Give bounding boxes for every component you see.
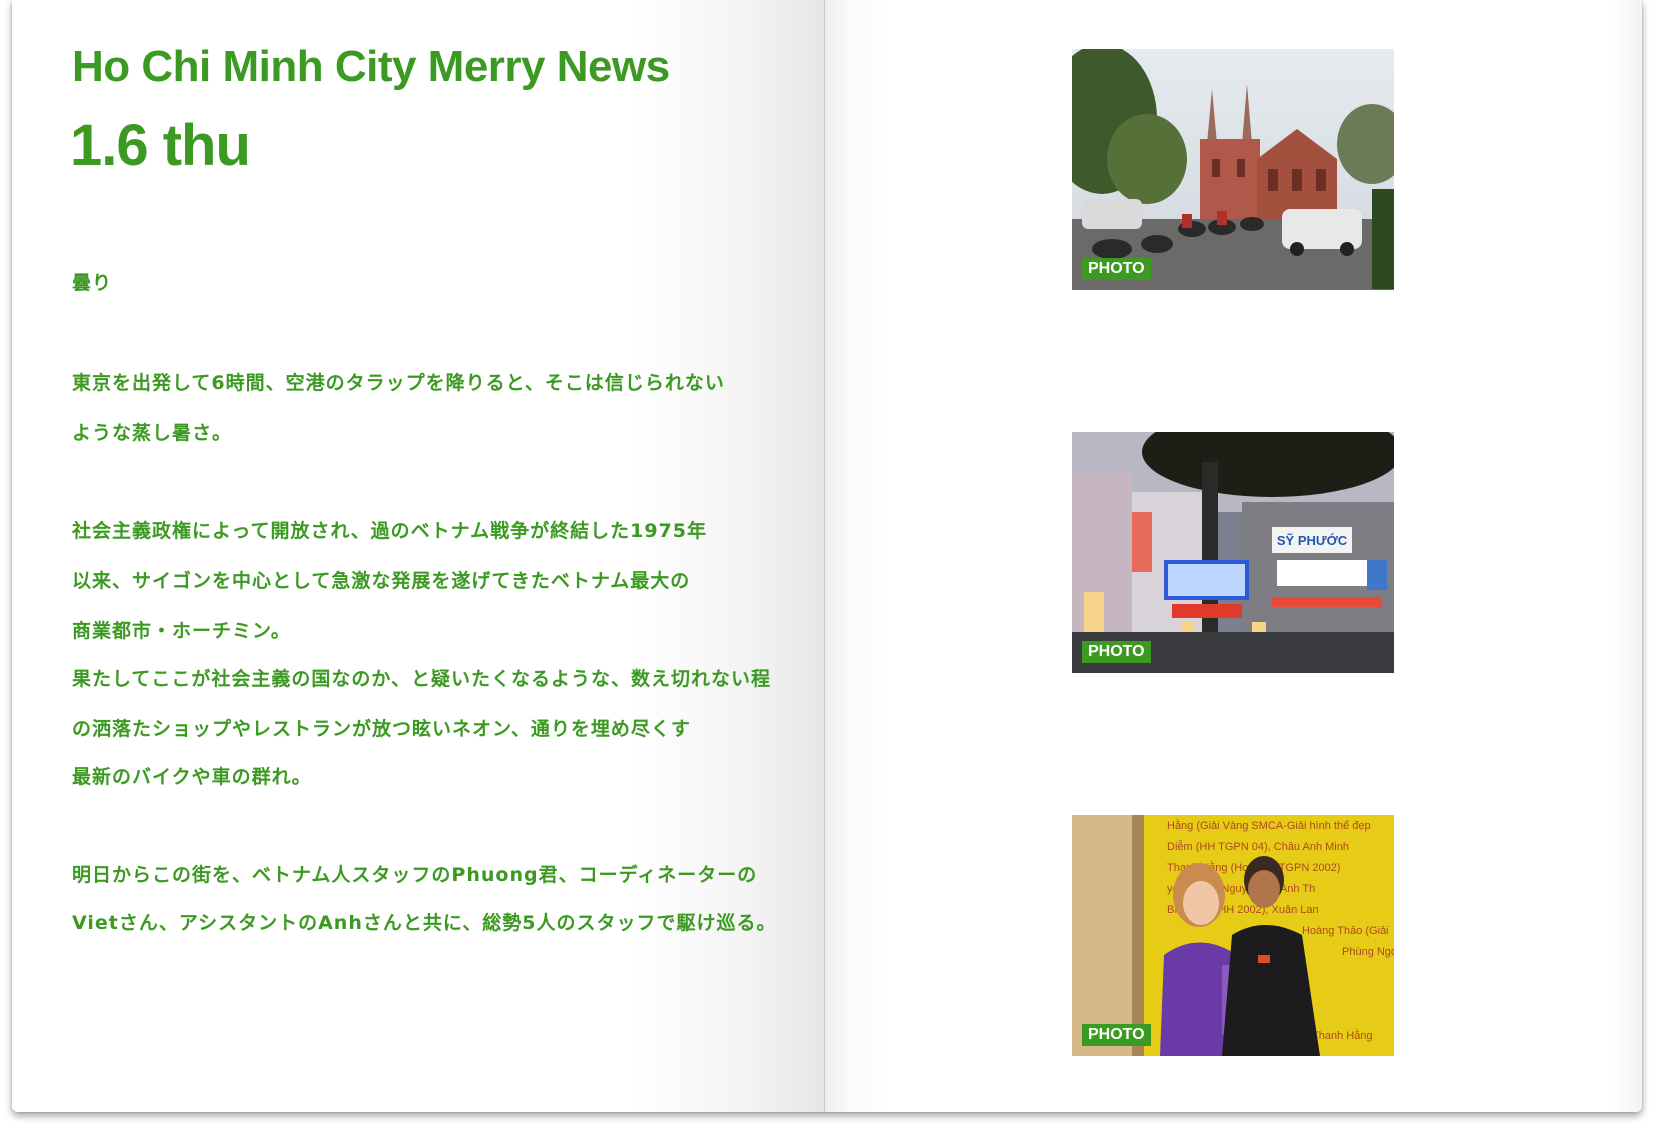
body-line-8: 最新のバイクや車の群れ。 — [72, 766, 312, 788]
photo-people[interactable]: Hằng (Giải Vàng SMCA-Giải hình thể đẹp D… — [1072, 815, 1394, 1056]
weather-text: 曇り — [72, 272, 113, 294]
photo-badge: PHOTO — [1082, 1024, 1151, 1046]
body-line-9: 明日からこの街を、ベトナム人スタッフのPhuong君、コーディネーターの — [72, 864, 758, 886]
body-line-4: 以来、サイゴンを中心として急激な発展を遂げてきたベトナム最大の — [72, 570, 691, 592]
poster-line-8: Thanh Hằng — [1312, 1029, 1373, 1042]
body-line-2: ような蒸し暑さ。 — [72, 422, 233, 444]
body-line-7: の洒落たショップやレストランが放つ眩いネオン、通りを埋め尽くす — [72, 718, 691, 740]
body-line-10: Vietさん、アシスタントのAnhさんと共に、総勢5人のスタッフで駆け巡る。 — [72, 912, 777, 934]
body-line-3: 社会主義政権によって開放され、過のベトナム戦争が終結した1975年 — [72, 520, 707, 542]
shop-sign-text: SỸ PHƯỚC — [1277, 533, 1348, 548]
body-line-6: 果たしてここが社会主義の国なのか、と疑いたくなるような、数え切れない程 — [72, 668, 772, 690]
photo-neon-street[interactable]: SỸ PHƯỚC PHOTO — [1072, 432, 1394, 673]
article-date: 1.6 thu — [70, 113, 251, 178]
neon-street-image: SỸ PHƯỚC — [1072, 432, 1394, 673]
article-title: Ho Chi Minh City Merry News — [72, 42, 670, 91]
photo-cathedral[interactable]: PHOTO — [1072, 49, 1394, 290]
poster-line-2: Diễm (HH TGPN 04), Châu Anh Minh — [1167, 840, 1349, 853]
body-line-1: 東京を出発して6時間、空港のタラップを降りると、そこは信じられない — [72, 372, 725, 394]
cathedral-image — [1072, 49, 1394, 290]
photo-badge: PHOTO — [1082, 641, 1151, 663]
photo-badge: PHOTO — [1082, 258, 1151, 280]
poster-line-7: Phùng Ngọc — [1342, 946, 1394, 958]
magazine-spread: Ho Chi Minh City Merry News 1.6 thu 曇り 東… — [12, 0, 1642, 1112]
poster-line-1: Hằng (Giải Vàng SMCA-Giải hình thể đẹp — [1167, 819, 1371, 832]
poster-line-6: Hoàng Thảo (Giải — [1302, 925, 1389, 937]
people-image: Hằng (Giải Vàng SMCA-Giải hình thể đẹp D… — [1072, 815, 1394, 1056]
left-page: Ho Chi Minh City Merry News 1.6 thu 曇り 東… — [12, 0, 825, 1112]
body-line-5: 商業都市・ホーチミン。 — [72, 620, 291, 642]
